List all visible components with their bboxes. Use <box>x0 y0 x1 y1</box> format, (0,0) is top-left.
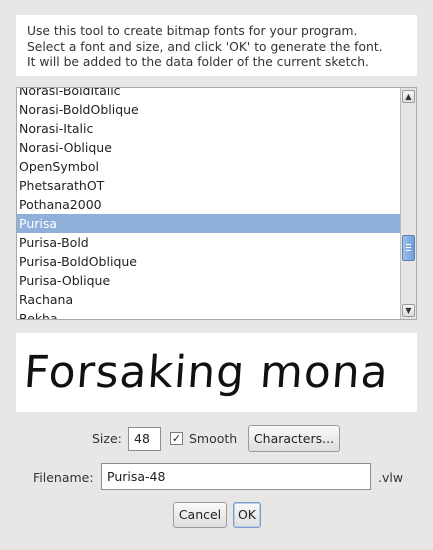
description-line-3: It will be added to the data folder of t… <box>27 55 369 69</box>
scrollbar-thumb[interactable] <box>402 235 415 261</box>
font-preview: Forsaking mona <box>16 333 417 412</box>
smooth-checkbox[interactable]: ✓ <box>170 432 183 445</box>
font-list-item[interactable]: Purisa-BoldOblique <box>17 252 400 271</box>
ok-button[interactable]: OK <box>233 502 261 528</box>
font-list[interactable]: Norasi-BoldItalic Norasi-BoldOblique Nor… <box>16 87 417 320</box>
smooth-label: Smooth <box>189 431 238 446</box>
font-list-item[interactable]: Rachana <box>17 290 400 309</box>
description-line-1: Use this tool to create bitmap fonts for… <box>27 24 358 38</box>
font-list-item[interactable]: Norasi-BoldItalic <box>17 88 400 100</box>
font-list-item[interactable]: Pothana2000 <box>17 195 400 214</box>
size-input[interactable]: 48 <box>128 427 161 451</box>
scroll-down-arrow-icon[interactable]: ▼ <box>402 304 415 317</box>
characters-button[interactable]: Characters... <box>248 425 340 452</box>
filename-input[interactable]: Purisa-48 <box>101 463 371 490</box>
font-list-item[interactable]: Norasi-Italic <box>17 119 400 138</box>
size-label: Size: <box>92 431 122 446</box>
preview-text: Forsaking mona <box>22 347 391 398</box>
font-list-scrollbar[interactable]: ▲ ▼ <box>400 88 416 319</box>
font-list-item[interactable]: Rekha <box>17 309 400 319</box>
description-panel: Use this tool to create bitmap fonts for… <box>16 15 417 76</box>
font-list-item-selected[interactable]: Purisa <box>17 214 400 233</box>
scroll-up-arrow-icon[interactable]: ▲ <box>402 90 415 103</box>
filename-label: Filename: <box>33 470 94 485</box>
options-row: Size: 48 ✓ Smooth Characters... <box>0 425 433 453</box>
cancel-button[interactable]: Cancel <box>173 502 227 528</box>
font-list-item[interactable]: Norasi-Oblique <box>17 138 400 157</box>
font-list-item[interactable]: OpenSymbol <box>17 157 400 176</box>
font-list-item[interactable]: Norasi-BoldOblique <box>17 100 400 119</box>
filename-extension: .vlw <box>378 470 404 485</box>
font-list-items: Norasi-BoldItalic Norasi-BoldOblique Nor… <box>17 88 400 319</box>
description-line-2: Select a font and size, and click 'OK' t… <box>27 39 383 54</box>
font-list-item[interactable]: Purisa-Oblique <box>17 271 400 290</box>
font-list-item[interactable]: Purisa-Bold <box>17 233 400 252</box>
font-list-item[interactable]: PhetsarathOT <box>17 176 400 195</box>
